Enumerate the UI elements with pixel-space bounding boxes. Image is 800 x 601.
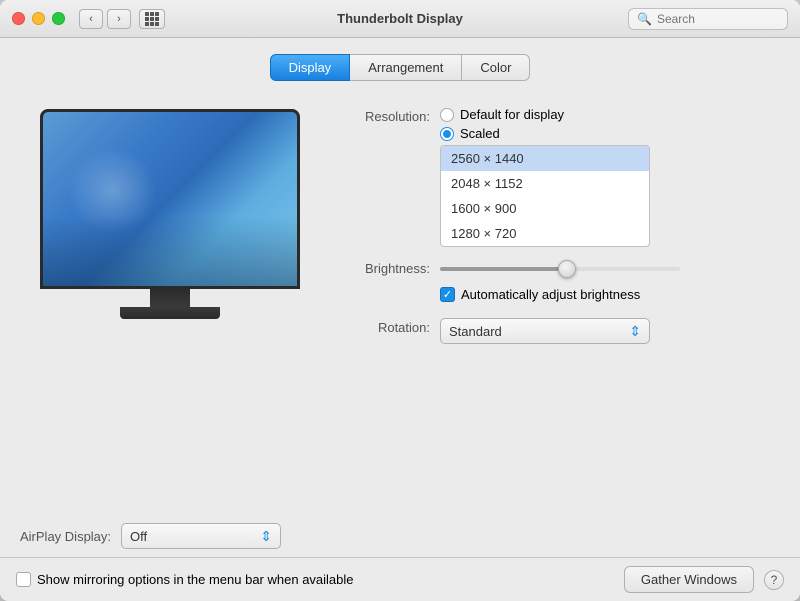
resolution-item-1[interactable]: 2048 × 1152 — [441, 171, 649, 196]
minimize-button[interactable] — [32, 12, 45, 25]
traffic-lights — [12, 12, 65, 25]
nav-buttons: ‹ › — [79, 9, 165, 29]
monitor-image — [40, 109, 300, 319]
rotation-label: Rotation: — [340, 318, 430, 335]
mirroring-label: Show mirroring options in the menu bar w… — [37, 572, 354, 587]
tab-color[interactable]: Color — [462, 54, 530, 81]
airplay-label: AirPlay Display: — [20, 529, 111, 544]
resolution-label: Resolution: — [340, 107, 430, 124]
window-title: Thunderbolt Display — [337, 11, 463, 26]
resolution-row: Resolution: Default for display Scaled 2… — [340, 107, 780, 247]
grid-button[interactable] — [139, 9, 165, 29]
radio-scaled-label: Scaled — [460, 126, 500, 141]
auto-brightness-label: Automatically adjust brightness — [461, 287, 640, 302]
monitor-neck — [150, 289, 190, 307]
settings-area: Resolution: Default for display Scaled 2… — [340, 99, 780, 513]
brightness-control: ✓ Automatically adjust brightness — [440, 259, 780, 302]
brightness-slider[interactable] — [440, 259, 680, 279]
main-window: ‹ › Thunderbolt Display 🔍 Display Arrang… — [0, 0, 800, 601]
slider-thumb[interactable] — [558, 260, 576, 278]
titlebar: ‹ › Thunderbolt Display 🔍 — [0, 0, 800, 38]
radio-default[interactable]: Default for display — [440, 107, 780, 122]
search-input[interactable] — [657, 12, 779, 26]
bottom-right-buttons: Gather Windows ? — [624, 566, 784, 593]
main-panel: Resolution: Default for display Scaled 2… — [20, 99, 780, 513]
monitor-frame — [40, 109, 300, 289]
slider-track — [440, 267, 680, 271]
monitor-screen — [43, 112, 297, 286]
rotation-select[interactable]: Standard ⇕ — [440, 318, 650, 344]
airplay-chevron-icon: ⇕ — [260, 528, 272, 545]
rotation-row: Rotation: Standard ⇕ — [340, 318, 780, 344]
tab-display[interactable]: Display — [270, 54, 351, 81]
rotation-control: Standard ⇕ — [440, 318, 780, 344]
close-button[interactable] — [12, 12, 25, 25]
chevron-updown-icon: ⇕ — [629, 323, 641, 340]
back-button[interactable]: ‹ — [79, 9, 103, 29]
radio-scaled[interactable]: Scaled — [440, 126, 780, 141]
resolution-item-3[interactable]: 1280 × 720 — [441, 221, 649, 246]
radio-default-button[interactable] — [440, 108, 454, 122]
search-icon: 🔍 — [637, 12, 652, 26]
resolution-item-0[interactable]: 2560 × 1440 — [441, 146, 649, 171]
forward-button[interactable]: › — [107, 9, 131, 29]
maximize-button[interactable] — [52, 12, 65, 25]
tab-arrangement[interactable]: Arrangement — [350, 54, 462, 81]
auto-brightness-checkbox[interactable]: ✓ — [440, 287, 455, 302]
monitor-area — [20, 99, 320, 513]
airplay-value: Off — [130, 529, 147, 544]
radio-default-label: Default for display — [460, 107, 564, 122]
resolution-item-2[interactable]: 1600 × 900 — [441, 196, 649, 221]
auto-brightness-row: ✓ Automatically adjust brightness — [440, 287, 780, 302]
airplay-select[interactable]: Off ⇕ — [121, 523, 281, 549]
grid-icon — [145, 12, 159, 26]
monitor-power-button — [166, 289, 174, 290]
mirroring-checkbox[interactable] — [16, 572, 31, 587]
monitor-bezel — [43, 286, 297, 289]
content-area: Display Arrangement Color — [0, 38, 800, 513]
resolution-control: Default for display Scaled 2560 × 1440 2… — [440, 107, 780, 247]
brightness-label: Brightness: — [340, 259, 430, 276]
rotation-value: Standard — [449, 324, 502, 339]
help-button[interactable]: ? — [764, 570, 784, 590]
monitor-base — [120, 307, 220, 319]
mirroring-row: Show mirroring options in the menu bar w… — [0, 557, 800, 601]
search-box[interactable]: 🔍 — [628, 8, 788, 30]
radio-scaled-button[interactable] — [440, 127, 454, 141]
airplay-row: AirPlay Display: Off ⇕ — [0, 513, 800, 553]
brightness-row: Brightness: ✓ Automatically adjust brigh… — [340, 259, 780, 302]
gather-windows-button[interactable]: Gather Windows — [624, 566, 754, 593]
tab-bar: Display Arrangement Color — [20, 54, 780, 81]
resolution-list: 2560 × 1440 2048 × 1152 1600 × 900 1280 … — [440, 145, 650, 247]
